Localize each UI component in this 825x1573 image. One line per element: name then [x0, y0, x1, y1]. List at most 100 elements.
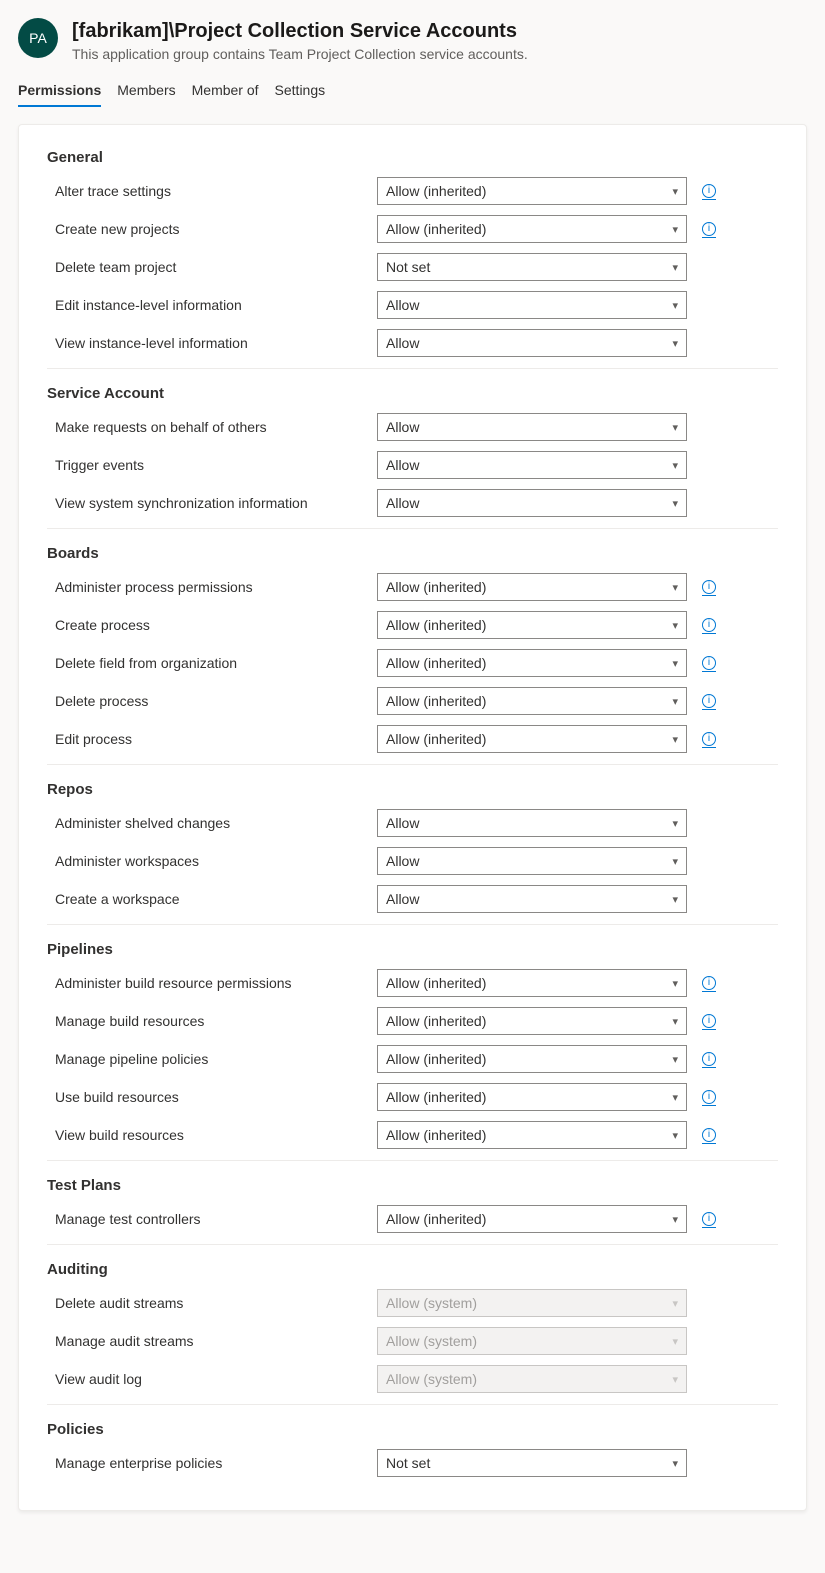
info-icon[interactable]: i	[702, 732, 716, 746]
info-icon[interactable]: i	[702, 1212, 716, 1226]
info-wrap: i	[697, 976, 721, 990]
permission-select[interactable]: Allow (inherited)▾	[377, 177, 687, 205]
permission-value: Allow	[386, 457, 419, 473]
info-icon[interactable]: i	[702, 1014, 716, 1028]
permission-select[interactable]: Allow▾	[377, 451, 687, 479]
permission-label: Delete team project	[47, 259, 367, 275]
permission-select[interactable]: Allow (inherited)▾	[377, 611, 687, 639]
tab-permissions[interactable]: Permissions	[18, 74, 101, 106]
permission-label: Edit instance-level information	[47, 297, 367, 313]
chevron-down-icon: ▾	[672, 855, 678, 868]
chevron-down-icon: ▾	[672, 581, 678, 594]
permission-row: View audit logAllow (system)▾	[47, 1360, 778, 1398]
permission-label: Use build resources	[47, 1089, 367, 1105]
info-icon[interactable]: i	[702, 1052, 716, 1066]
permission-select[interactable]: Allow ▾	[377, 329, 687, 357]
permission-select[interactable]: Allow (inherited) ▾	[377, 215, 687, 243]
chevron-down-icon: ▾	[672, 1297, 678, 1310]
permission-row: View build resourcesAllow (inherited)▾i	[47, 1116, 778, 1154]
permission-row: Create new projects Allow (inherited) ▾ i	[47, 210, 778, 248]
permission-label: Delete audit streams	[47, 1295, 367, 1311]
chevron-down-icon: ▾	[672, 223, 678, 236]
permission-select[interactable]: Allow (inherited)▾	[377, 1045, 687, 1073]
permission-value: Allow	[386, 297, 419, 313]
permission-select[interactable]: Allow (inherited)▾	[377, 1205, 687, 1233]
permission-row: Create process Allow (inherited)▾ i	[47, 606, 778, 644]
section-title: Repos	[47, 765, 778, 804]
permission-select[interactable]: Allow (inherited) ▾	[377, 725, 687, 753]
tab-member-of[interactable]: Member of	[192, 74, 259, 106]
info-wrap: i	[697, 1052, 721, 1066]
avatar: PA	[18, 18, 58, 58]
tab-settings[interactable]: Settings	[275, 74, 326, 106]
permission-value: Allow (inherited)	[386, 731, 486, 747]
permission-select[interactable]: Allow ▾	[377, 885, 687, 913]
permission-value: Allow (inherited)	[386, 183, 486, 199]
permission-select[interactable]: Not set▾	[377, 1449, 687, 1477]
chevron-down-icon: ▾	[672, 695, 678, 708]
permission-value: Allow (inherited)	[386, 579, 486, 595]
section-title: Service Account	[47, 369, 778, 408]
permission-value: Allow	[386, 335, 419, 351]
permission-label: Alter trace settings	[47, 183, 367, 199]
permission-select[interactable]: Allow (inherited)▾	[377, 1083, 687, 1111]
permission-select[interactable]: Allow▾	[377, 291, 687, 319]
permission-select[interactable]: Allow▾	[377, 489, 687, 517]
info-icon[interactable]: i	[702, 618, 716, 632]
permission-select[interactable]: Allow (inherited)▾	[377, 1121, 687, 1149]
permission-row: Delete field from organizationAllow (inh…	[47, 644, 778, 682]
info-icon[interactable]: i	[702, 580, 716, 594]
permission-label: View system synchronization information	[47, 495, 367, 511]
permission-label: Administer shelved changes	[47, 815, 367, 831]
permission-select[interactable]: Allow (inherited)▾	[377, 649, 687, 677]
info-icon[interactable]: i	[702, 1090, 716, 1104]
permission-value: Allow (inherited)	[386, 1127, 486, 1143]
permission-row: View system synchronization information A…	[47, 484, 778, 522]
permission-row: Administer process permissionsAllow (inh…	[47, 568, 778, 606]
permission-row: Manage build resourcesAllow (inherited)▾…	[47, 1002, 778, 1040]
chevron-down-icon: ▾	[672, 1457, 678, 1470]
info-icon[interactable]: i	[702, 1128, 716, 1142]
chevron-down-icon: ▾	[672, 1335, 678, 1348]
permission-select[interactable]: Allow▾	[377, 809, 687, 837]
page-title: [fabrikam]\Project Collection Service Ac…	[72, 18, 528, 44]
permission-select[interactable]: Allow (inherited)▾	[377, 969, 687, 997]
permission-select[interactable]: Allow ▾	[377, 847, 687, 875]
chevron-down-icon: ▾	[672, 261, 678, 274]
permission-select[interactable]: Allow (inherited)▾	[377, 687, 687, 715]
permission-label: Create new projects	[47, 221, 367, 237]
permission-row: Trigger eventsAllow▾	[47, 446, 778, 484]
permission-select[interactable]: Allow (inherited)▾	[377, 1007, 687, 1035]
info-icon[interactable]: i	[702, 976, 716, 990]
permission-value: Allow (inherited)	[386, 221, 486, 237]
permission-row: Manage audit streamsAllow (system)▾	[47, 1322, 778, 1360]
info-wrap: i	[697, 222, 721, 236]
section-title: Pipelines	[47, 925, 778, 964]
permission-value: Allow	[386, 419, 419, 435]
chevron-down-icon: ▾	[672, 657, 678, 670]
info-icon[interactable]: i	[702, 656, 716, 670]
chevron-down-icon: ▾	[672, 733, 678, 746]
permission-value: Allow (system)	[386, 1371, 477, 1387]
page-subtitle: This application group contains Team Pro…	[72, 46, 528, 62]
permission-label: Create process	[47, 617, 367, 633]
tab-members[interactable]: Members	[117, 74, 175, 106]
permission-select[interactable]: Not set▾	[377, 253, 687, 281]
permission-label: Manage test controllers	[47, 1211, 367, 1227]
chevron-down-icon: ▾	[672, 337, 678, 350]
chevron-down-icon: ▾	[672, 893, 678, 906]
permission-label: Manage enterprise policies	[47, 1455, 367, 1471]
permission-label: Manage audit streams	[47, 1333, 367, 1349]
tabs: Permissions Members Member of Settings	[18, 74, 807, 106]
permission-value: Allow	[386, 853, 419, 869]
permissions-panel: GeneralAlter trace settingsAllow (inheri…	[18, 124, 807, 1511]
info-icon[interactable]: i	[702, 694, 716, 708]
info-icon[interactable]: i	[702, 222, 716, 236]
permission-value: Allow	[386, 891, 419, 907]
permission-select[interactable]: Allow▾	[377, 413, 687, 441]
permission-label: Edit process	[47, 731, 367, 747]
permission-row: Edit instance-level information Allow▾	[47, 286, 778, 324]
info-icon[interactable]: i	[702, 184, 716, 198]
permission-select[interactable]: Allow (inherited) ▾	[377, 573, 687, 601]
chevron-down-icon: ▾	[672, 1015, 678, 1028]
